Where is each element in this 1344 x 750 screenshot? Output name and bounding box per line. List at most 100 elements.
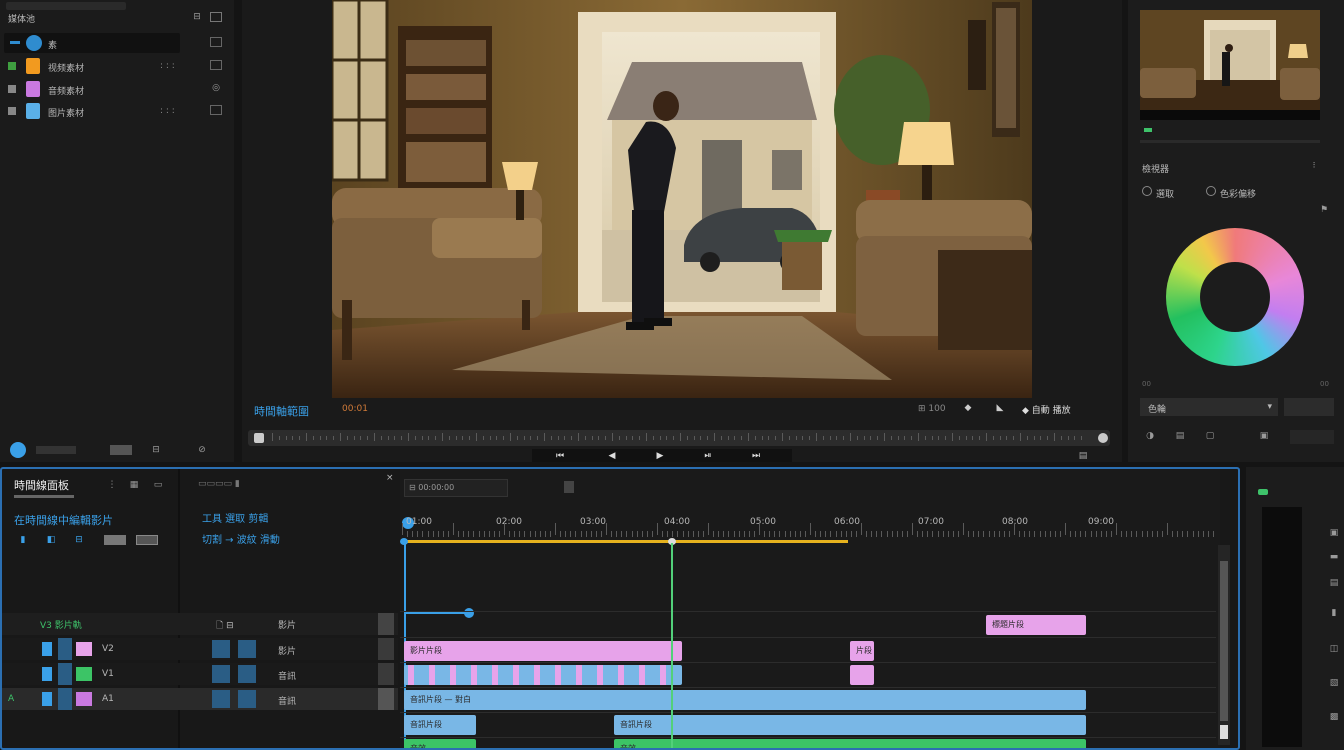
track-target[interactable] (42, 667, 52, 681)
track-eye-button[interactable] (212, 640, 230, 658)
radio-offset[interactable] (1206, 186, 1216, 196)
keyframe-dot[interactable] (464, 608, 474, 618)
color-wheel[interactable] (1166, 228, 1304, 366)
playhead-line[interactable] (671, 543, 673, 748)
video-clip-small[interactable] (850, 665, 874, 685)
step-forward-icon[interactable]: ⏯ (700, 449, 716, 462)
track-name: V2 (102, 644, 114, 654)
grid-icon[interactable]: ▣ (1258, 430, 1270, 442)
timeline-tracks-area[interactable]: ⊟ 00:00:00 01:00 02:00 03:00 04:00 05:00… (400, 469, 1230, 748)
scrubber-bar[interactable] (248, 430, 1110, 446)
video-thumbnail-clip[interactable] (404, 665, 682, 685)
title-clip[interactable]: 標題片段 (986, 615, 1086, 635)
volume-icon[interactable]: ▩ (1328, 711, 1340, 723)
link-toggle[interactable] (136, 535, 158, 545)
vertical-scrollbar[interactable] (1218, 545, 1230, 745)
track-eye-button[interactable] (212, 690, 230, 708)
menu-icon[interactable]: ▭ (152, 479, 164, 491)
bin-options-icon[interactable] (210, 60, 222, 70)
bin-row[interactable]: 素 (4, 33, 230, 53)
track-mute-button[interactable] (238, 690, 256, 708)
color-picker-icon[interactable]: ◑ (1144, 430, 1156, 442)
scrubber-start-handle[interactable] (254, 433, 264, 443)
video-clip[interactable]: 片段 (850, 641, 874, 661)
ruler-tick (952, 531, 954, 537)
timecode-field[interactable]: ⊟ 00:00:00 (404, 479, 508, 497)
scrollbar-thumb[interactable] (1220, 561, 1228, 721)
bin-options-icon[interactable] (210, 37, 222, 47)
list-icon[interactable]: ⊟ (150, 444, 162, 456)
step-back-icon[interactable]: ◀ (604, 449, 620, 462)
list-view-icon[interactable] (210, 12, 222, 22)
zoom-slider[interactable] (36, 446, 76, 454)
ruler-label: 01:00 (406, 517, 432, 527)
sfx-clip[interactable]: 音效 (404, 739, 476, 748)
bin-options-icon[interactable]: ◎ (210, 83, 222, 93)
in-out-range-bar[interactable] (404, 540, 848, 543)
radio-select[interactable] (1142, 186, 1152, 196)
track-eye-button[interactable] (212, 665, 230, 683)
audio-clip[interactable]: 音訊片段 (404, 715, 476, 735)
eq-icon[interactable]: ▬ (1328, 551, 1340, 563)
sfx-clip[interactable]: 音效 (614, 739, 1086, 748)
track-target[interactable] (42, 692, 52, 706)
copy-icon[interactable]: ▤ (1174, 430, 1186, 442)
mixer-icon[interactable]: ▣ (1328, 527, 1340, 539)
track-lock-icon[interactable]: 🗋 ⊟ (216, 618, 234, 634)
meter-icon[interactable]: ◫ (1328, 643, 1340, 655)
ruler-tick (1177, 531, 1179, 537)
video-clip[interactable]: 影片片段 (404, 641, 682, 661)
audio-clip[interactable]: 音訊片段 — 對白 (404, 690, 1086, 710)
track-target[interactable] (42, 642, 52, 656)
ruler-tick (1207, 531, 1209, 537)
reset-button[interactable] (1284, 398, 1334, 416)
grid-icon[interactable]: ▦ (128, 479, 140, 491)
apply-button[interactable] (1290, 430, 1334, 444)
skip-forward-icon[interactable]: ⏭ (748, 449, 764, 462)
trim-tool-icon[interactable]: ◧ (44, 533, 58, 547)
ruler-tick (820, 531, 822, 537)
skip-back-icon[interactable]: ⏮ (552, 449, 568, 462)
meter-settings-icon[interactable]: ▧ (1328, 677, 1340, 689)
scrubber-tick (340, 433, 341, 441)
video-preview[interactable] (332, 0, 1032, 398)
scrubber-tick (639, 436, 641, 440)
snap-toggle[interactable] (104, 535, 126, 545)
filter-icon[interactable]: ⊟ (192, 12, 202, 22)
time-ruler[interactable]: 01:00 02:00 03:00 04:00 05:00 06:00 07:0… (400, 509, 1220, 539)
track-label: 影片 (278, 647, 297, 657)
bin-row[interactable]: 视频素材 : : : (4, 56, 230, 76)
ruler-tick (493, 531, 495, 537)
blade-tool-icon[interactable]: ⊟ (72, 533, 86, 547)
close-icon[interactable]: × (386, 473, 394, 483)
levels-icon[interactable]: ▮ (1328, 607, 1340, 619)
snap-button[interactable] (564, 481, 574, 493)
scrubber-tick (394, 436, 396, 440)
color-dropdown[interactable]: 色輪 ▾ (1140, 398, 1278, 416)
ruler-tick (539, 531, 541, 537)
scrubber-end-handle[interactable] (1098, 433, 1108, 443)
sort-icon[interactable]: ⊘ (196, 444, 208, 456)
track-mute-button[interactable] (238, 640, 256, 658)
audio-clip[interactable]: 音訊片段 (614, 715, 1086, 735)
ruler-tick (932, 531, 934, 537)
bin-row[interactable]: 图片素材 : : : (4, 101, 230, 121)
select-tool-icon[interactable]: ▮ (16, 533, 30, 547)
play-icon[interactable]: ▶ (652, 449, 668, 462)
add-media-button[interactable] (10, 442, 26, 458)
bin-options-icon[interactable] (210, 105, 222, 115)
marker-icon[interactable]: ◆ (962, 402, 974, 414)
settings-icon[interactable]: ⋮ (106, 479, 118, 491)
track-mute-button[interactable] (238, 665, 256, 683)
reference-thumbnail[interactable] (1140, 10, 1320, 132)
settings-icon[interactable]: ⁝ (1308, 160, 1320, 172)
thumbnail-view-button[interactable] (110, 445, 132, 455)
ruler-tick (580, 531, 582, 537)
media-pool-tab[interactable] (6, 2, 126, 10)
fullscreen-icon[interactable]: ▤ (1076, 450, 1090, 461)
flag-icon[interactable]: ◣ (994, 402, 1006, 414)
pin-icon[interactable]: ⚑ (1318, 204, 1330, 216)
fx-icon[interactable]: ▤ (1328, 577, 1340, 589)
bin-row[interactable]: 音频素材 ◎ (4, 79, 230, 99)
paste-icon[interactable]: ▢ (1204, 430, 1216, 442)
